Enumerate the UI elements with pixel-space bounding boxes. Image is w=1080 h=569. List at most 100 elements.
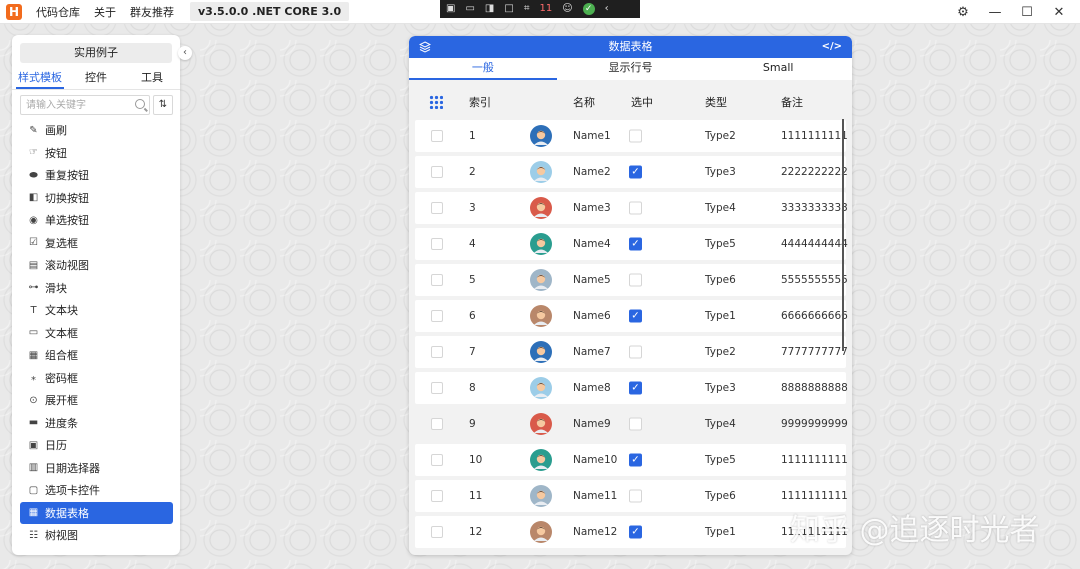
column-header-type[interactable]: 类型 bbox=[705, 94, 727, 110]
sidebar-item[interactable]: ✎ 画刷 bbox=[20, 119, 173, 142]
tab-general[interactable]: 一般 bbox=[409, 58, 557, 80]
row-select-checkbox[interactable] bbox=[431, 310, 443, 322]
row-select-checkbox[interactable] bbox=[431, 418, 443, 430]
collapse-arrow-icon[interactable]: ‹ bbox=[605, 0, 609, 18]
sidebar-item[interactable]: ▭ 文本框 bbox=[20, 322, 173, 345]
sidebar-item[interactable]: ◉ 单选按钮 bbox=[20, 209, 173, 232]
tab-small[interactable]: Small bbox=[704, 58, 852, 80]
row-select-checkbox[interactable] bbox=[431, 490, 443, 502]
sidebar-item[interactable]: ⊙ 展开框 bbox=[20, 389, 173, 412]
accessibility-icon[interactable]: ☺ bbox=[562, 0, 572, 18]
column-header-name[interactable]: 名称 bbox=[573, 94, 595, 110]
column-header-selected[interactable]: 选中 bbox=[631, 94, 653, 110]
cell-type[interactable]: Type6 bbox=[705, 274, 736, 286]
cast-icon[interactable]: ◨ bbox=[485, 0, 494, 18]
sidebar-item[interactable]: ▤ 滚动视图 bbox=[20, 254, 173, 277]
row-select-checkbox[interactable] bbox=[431, 202, 443, 214]
sort-button[interactable]: ⇅ bbox=[153, 95, 173, 115]
settings-icon[interactable]: ⚙ bbox=[948, 0, 978, 24]
cell-type[interactable]: Type3 bbox=[705, 166, 736, 178]
search-icon[interactable] bbox=[135, 99, 145, 109]
table-row[interactable]: 3 Name3 Type4 3333333333 bbox=[415, 192, 848, 224]
row-select-checkbox[interactable] bbox=[431, 454, 443, 466]
crop-icon[interactable]: ⌗ bbox=[524, 0, 530, 18]
sidebar-item[interactable]: ▦ 数据表格 bbox=[20, 501, 173, 524]
sidebar-item[interactable]: ☞ 按钮 bbox=[20, 142, 173, 165]
table-row[interactable]: 10 Name10 ✓ Type5 1111111111 bbox=[415, 444, 848, 476]
menu-about[interactable]: 关于 bbox=[94, 4, 116, 20]
selected-checkbox[interactable]: ✓ bbox=[629, 525, 642, 539]
row-select-checkbox[interactable] bbox=[431, 526, 443, 538]
column-header-index[interactable]: 索引 bbox=[469, 94, 491, 110]
search-input[interactable] bbox=[21, 96, 149, 114]
close-button[interactable]: ✕ bbox=[1044, 0, 1074, 24]
sidebar-item[interactable]: ▬ 进度条 bbox=[20, 412, 173, 435]
cell-type[interactable]: Type1 bbox=[705, 310, 736, 322]
check-icon[interactable]: ✓ bbox=[582, 3, 595, 15]
row-select-checkbox[interactable] bbox=[431, 382, 443, 394]
grid-menu-icon[interactable] bbox=[429, 95, 443, 109]
sidebar-item[interactable]: ▦ 组合框 bbox=[20, 344, 173, 367]
selected-checkbox[interactable] bbox=[629, 201, 642, 215]
cell-type[interactable]: Type1 bbox=[705, 526, 736, 538]
cell-type[interactable]: Type4 bbox=[705, 418, 736, 430]
tab-controls[interactable]: 控件 bbox=[68, 69, 124, 87]
row-select-checkbox[interactable] bbox=[431, 166, 443, 178]
sidebar-item[interactable]: ⁎ 密码框 bbox=[20, 367, 173, 390]
selected-checkbox[interactable] bbox=[629, 129, 642, 143]
table-row[interactable]: 6 Name6 ✓ Type1 6666666666 bbox=[415, 300, 848, 332]
cell-type[interactable]: Type5 bbox=[705, 238, 736, 250]
selected-checkbox[interactable]: ✓ bbox=[629, 237, 642, 251]
cell-type[interactable]: Type2 bbox=[705, 346, 736, 358]
table-row[interactable]: 4 Name4 ✓ Type5 4444444444 bbox=[415, 228, 848, 260]
sidebar-item[interactable]: T 文本块 bbox=[20, 299, 173, 322]
sidebar-item[interactable]: ◧ 切换按钮 bbox=[20, 187, 173, 210]
selected-checkbox[interactable]: ✓ bbox=[629, 381, 642, 395]
menu-group-recommend[interactable]: 群友推荐 bbox=[130, 4, 174, 20]
sidebar-item[interactable]: ⬬ 重复按钮 bbox=[20, 164, 173, 187]
code-icon[interactable]: </> bbox=[822, 36, 842, 58]
column-header-note[interactable]: 备注 bbox=[781, 94, 803, 110]
selected-checkbox[interactable] bbox=[629, 273, 642, 287]
selected-checkbox[interactable]: ✓ bbox=[629, 309, 642, 323]
selected-checkbox[interactable] bbox=[629, 417, 642, 431]
table-row[interactable]: 12 Name12 ✓ Type1 1111111111 bbox=[415, 516, 848, 548]
table-row[interactable]: 11 Name11 Type6 1111111111 bbox=[415, 480, 848, 512]
row-select-checkbox[interactable] bbox=[431, 346, 443, 358]
selected-checkbox[interactable]: ✓ bbox=[629, 165, 642, 179]
cell-type[interactable]: Type3 bbox=[705, 382, 736, 394]
cell-type[interactable]: Type2 bbox=[705, 130, 736, 142]
table-row[interactable]: 2 Name2 ✓ Type3 2222222222 bbox=[415, 156, 848, 188]
cell-type[interactable]: Type5 bbox=[705, 454, 736, 466]
sidebar-item[interactable]: ▣ 日历 bbox=[20, 434, 173, 457]
sidebar-item[interactable]: ⊶ 滑块 bbox=[20, 277, 173, 300]
table-row[interactable]: 7 Name7 Type2 7777777777 bbox=[415, 336, 848, 368]
tab-style-templates[interactable]: 样式模板 bbox=[12, 69, 68, 89]
grid-scrollbar[interactable] bbox=[842, 119, 844, 351]
sidebar-item[interactable]: ☑ 复选框 bbox=[20, 232, 173, 255]
table-row[interactable]: 5 Name5 Type6 5555555555 bbox=[415, 264, 848, 296]
video-icon[interactable]: ▭ bbox=[465, 0, 474, 18]
row-select-checkbox[interactable] bbox=[431, 130, 443, 142]
cell-type[interactable]: Type6 bbox=[705, 490, 736, 502]
selected-checkbox[interactable] bbox=[629, 489, 642, 503]
tab-tools[interactable]: 工具 bbox=[124, 69, 180, 87]
image-edit-icon[interactable]: ▣ bbox=[446, 0, 455, 18]
table-row[interactable]: 1 Name1 Type2 1111111111 bbox=[415, 120, 848, 152]
maximize-button[interactable]: ☐ bbox=[1012, 0, 1042, 24]
sidebar-item[interactable]: ▢ 选项卡控件 bbox=[20, 479, 173, 502]
tab-show-row-number[interactable]: 显示行号 bbox=[557, 58, 705, 80]
collapse-panel-button[interactable]: ‹ bbox=[178, 46, 192, 60]
selected-checkbox[interactable]: ✓ bbox=[629, 453, 642, 467]
selected-checkbox[interactable] bbox=[629, 345, 642, 359]
table-row[interactable]: 8 Name8 ✓ Type3 8888888888 bbox=[415, 372, 848, 404]
row-select-checkbox[interactable] bbox=[431, 274, 443, 286]
row-select-checkbox[interactable] bbox=[431, 238, 443, 250]
sidebar-item[interactable]: ☷ 树视图 bbox=[20, 524, 173, 547]
menu-code-repo[interactable]: 代码仓库 bbox=[36, 4, 80, 20]
cell-type[interactable]: Type4 bbox=[705, 202, 736, 214]
examples-button[interactable]: 实用例子 bbox=[20, 43, 172, 63]
minimize-button[interactable]: — bbox=[980, 0, 1010, 24]
window-icon[interactable]: □ bbox=[504, 0, 513, 18]
sidebar-item[interactable]: ▥ 日期选择器 bbox=[20, 457, 173, 480]
